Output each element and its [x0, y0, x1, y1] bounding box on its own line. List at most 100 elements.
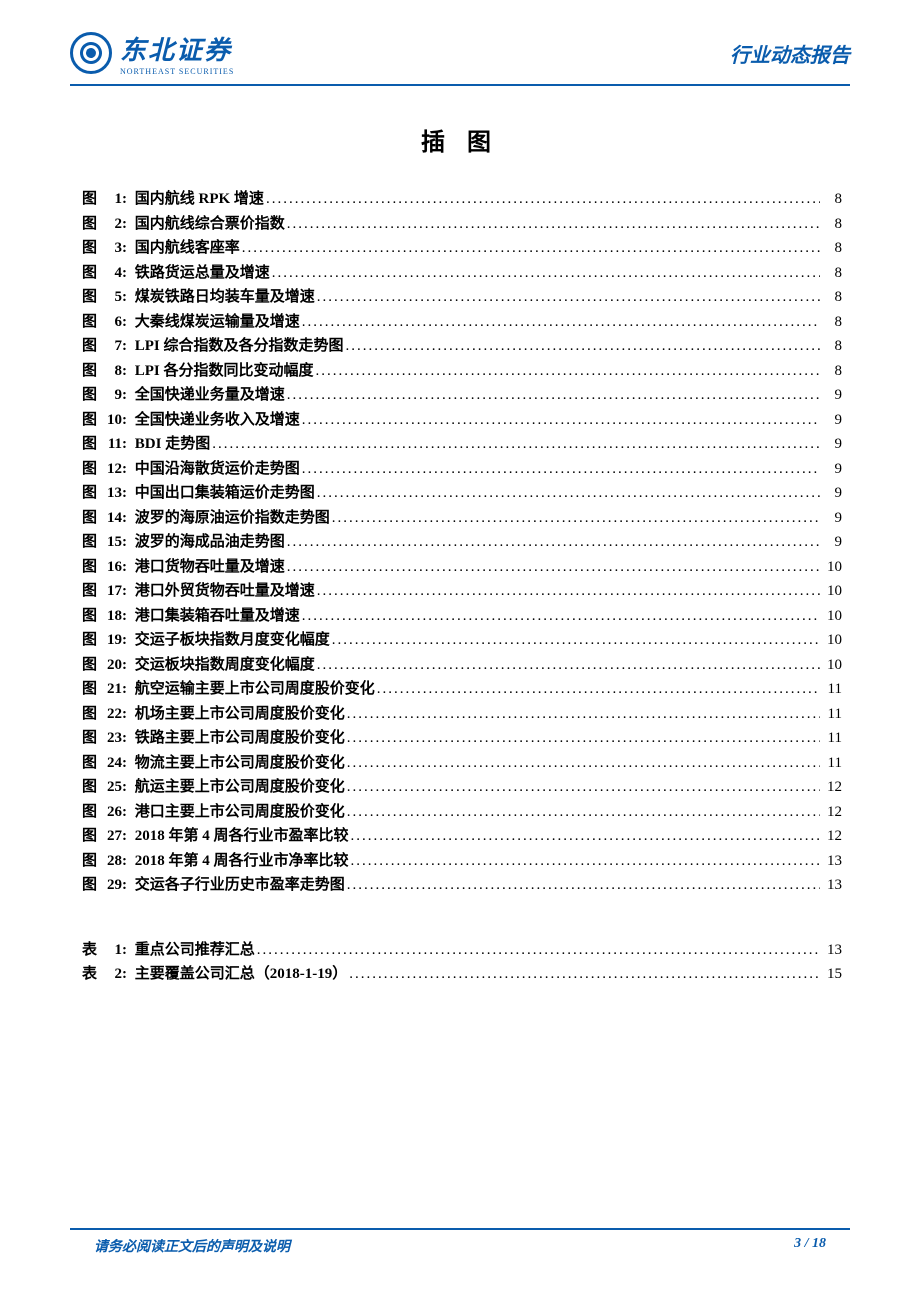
- toc-entry: 图1: 国内航线 RPK 增速.........................…: [82, 187, 842, 212]
- toc-leader-dots: ........................................…: [332, 506, 820, 531]
- toc-page: 11: [822, 751, 842, 776]
- toc-prefix: 图: [82, 457, 97, 482]
- toc-label: 波罗的海原油运价指数走势图: [131, 506, 330, 531]
- toc-leader-dots: ........................................…: [302, 604, 820, 629]
- logo-icon: [70, 32, 112, 74]
- toc-label: 中国沿海散货运价走势图: [131, 457, 300, 482]
- toc-entry: 图2: 国内航线综合票价指数..........................…: [82, 212, 842, 237]
- toc-page: 12: [822, 775, 842, 800]
- toc-page: 12: [822, 800, 842, 825]
- toc-entry: 图22: 机场主要上市公司周度股价变化.....................…: [82, 702, 842, 727]
- toc-label: 铁路主要上市公司周度股价变化: [131, 726, 345, 751]
- toc-prefix: 图: [82, 285, 97, 310]
- toc-leader-dots: ........................................…: [332, 628, 820, 653]
- toc-prefix: 图: [82, 628, 97, 653]
- toc-entry: 图9: 全国快递业务量及增速..........................…: [82, 383, 842, 408]
- toc-entry: 图29: 交运各子行业历史市盈率走势图.....................…: [82, 873, 842, 898]
- toc-number: 19:: [97, 628, 127, 653]
- toc-label: 交运板块指数周度变化幅度: [131, 653, 315, 678]
- footer-divider: [70, 1228, 850, 1230]
- toc-label: LPI 综合指数及各分指数走势图: [131, 334, 344, 359]
- toc-label: BDI 走势图: [131, 432, 210, 457]
- toc-number: 11:: [97, 432, 127, 457]
- toc-page: 9: [822, 481, 842, 506]
- toc-number: 15:: [97, 530, 127, 555]
- toc-label: 港口外贸货物吞吐量及增速: [131, 579, 315, 604]
- toc-page: 8: [822, 212, 842, 237]
- toc-entry: 图14: 波罗的海原油运价指数走势图......................…: [82, 506, 842, 531]
- toc-prefix: 图: [82, 310, 97, 335]
- toc-prefix: 表: [82, 962, 97, 987]
- toc-label: 主要覆盖公司汇总（2018-1-19）: [131, 962, 347, 987]
- toc-entry: 表1: 重点公司推荐汇总............................…: [82, 938, 842, 963]
- toc-page: 15: [822, 962, 842, 987]
- toc-number: 18:: [97, 604, 127, 629]
- toc-number: 12:: [97, 457, 127, 482]
- toc-label: 交运子板块指数月度变化幅度: [131, 628, 330, 653]
- toc-label: 2018 年第 4 周各行业市净率比较: [131, 849, 349, 874]
- toc-label: 国内航线 RPK 增速: [131, 187, 264, 212]
- toc-leader-dots: ........................................…: [257, 938, 820, 963]
- toc-prefix: 表: [82, 938, 97, 963]
- toc-leader-dots: ........................................…: [266, 187, 820, 212]
- toc-page: 9: [822, 408, 842, 433]
- toc-prefix: 图: [82, 800, 97, 825]
- toc-number: 2:: [97, 212, 127, 237]
- toc-number: 5:: [97, 285, 127, 310]
- toc-prefix: 图: [82, 212, 97, 237]
- toc-label: 机场主要上市公司周度股价变化: [131, 702, 345, 727]
- toc-page: 9: [822, 432, 842, 457]
- toc-prefix: 图: [82, 726, 97, 751]
- toc-leader-dots: ........................................…: [347, 751, 820, 776]
- toc-label: 航运主要上市公司周度股价变化: [131, 775, 345, 800]
- toc-entry: 图24: 物流主要上市公司周度股价变化.....................…: [82, 751, 842, 776]
- toc-entry: 图12: 中国沿海散货运价走势图........................…: [82, 457, 842, 482]
- toc-page: 8: [822, 187, 842, 212]
- toc-page: 11: [822, 726, 842, 751]
- toc-number: 28:: [97, 849, 127, 874]
- logo-en: NORTHEAST SECURITIES: [120, 67, 234, 76]
- toc-page: 10: [822, 628, 842, 653]
- toc-prefix: 图: [82, 408, 97, 433]
- toc-entry: 图16: 港口货物吞吐量及增速.........................…: [82, 555, 842, 580]
- toc-label: 中国出口集装箱运价走势图: [131, 481, 315, 506]
- toc-prefix: 图: [82, 555, 97, 580]
- page-number: 3 / 18: [794, 1236, 826, 1256]
- toc-label: 港口主要上市公司周度股价变化: [131, 800, 345, 825]
- page-header: 东北证券 NORTHEAST SECURITIES 行业动态报告: [0, 0, 920, 76]
- toc-page: 9: [822, 383, 842, 408]
- toc-page: 8: [822, 285, 842, 310]
- toc-page: 13: [822, 873, 842, 898]
- toc-entry: 图10: 全国快递业务收入及增速........................…: [82, 408, 842, 433]
- toc-entry: 图13: 中国出口集装箱运价走势图.......................…: [82, 481, 842, 506]
- toc-label: 物流主要上市公司周度股价变化: [131, 751, 345, 776]
- toc-prefix: 图: [82, 506, 97, 531]
- toc-leader-dots: ........................................…: [317, 285, 820, 310]
- toc-prefix: 图: [82, 873, 97, 898]
- toc-number: 13:: [97, 481, 127, 506]
- toc-prefix: 图: [82, 261, 97, 286]
- page-footer: 请务必阅读正文后的声明及说明 3 / 18: [70, 1228, 850, 1256]
- toc-page: 10: [822, 579, 842, 604]
- toc-prefix: 图: [82, 824, 97, 849]
- toc-number: 3:: [97, 236, 127, 261]
- toc-page: 8: [822, 334, 842, 359]
- toc-number: 8:: [97, 359, 127, 384]
- toc-leader-dots: ........................................…: [347, 726, 820, 751]
- toc-label: 国内航线综合票价指数: [131, 212, 285, 237]
- toc-leader-dots: ........................................…: [287, 212, 820, 237]
- toc-number: 21:: [97, 677, 127, 702]
- toc-label: 全国快递业务量及增速: [131, 383, 285, 408]
- toc-entry: 图11: BDI 走势图............................…: [82, 432, 842, 457]
- toc-leader-dots: ........................................…: [212, 432, 820, 457]
- toc-number: 1:: [97, 938, 127, 963]
- toc-number: 4:: [97, 261, 127, 286]
- toc-prefix: 图: [82, 236, 97, 261]
- toc-number: 7:: [97, 334, 127, 359]
- toc-page: 13: [822, 849, 842, 874]
- toc-prefix: 图: [82, 751, 97, 776]
- toc-label: 煤炭铁路日均装车量及增速: [131, 285, 315, 310]
- toc-prefix: 图: [82, 530, 97, 555]
- toc-leader-dots: ........................................…: [316, 359, 820, 384]
- toc-prefix: 图: [82, 849, 97, 874]
